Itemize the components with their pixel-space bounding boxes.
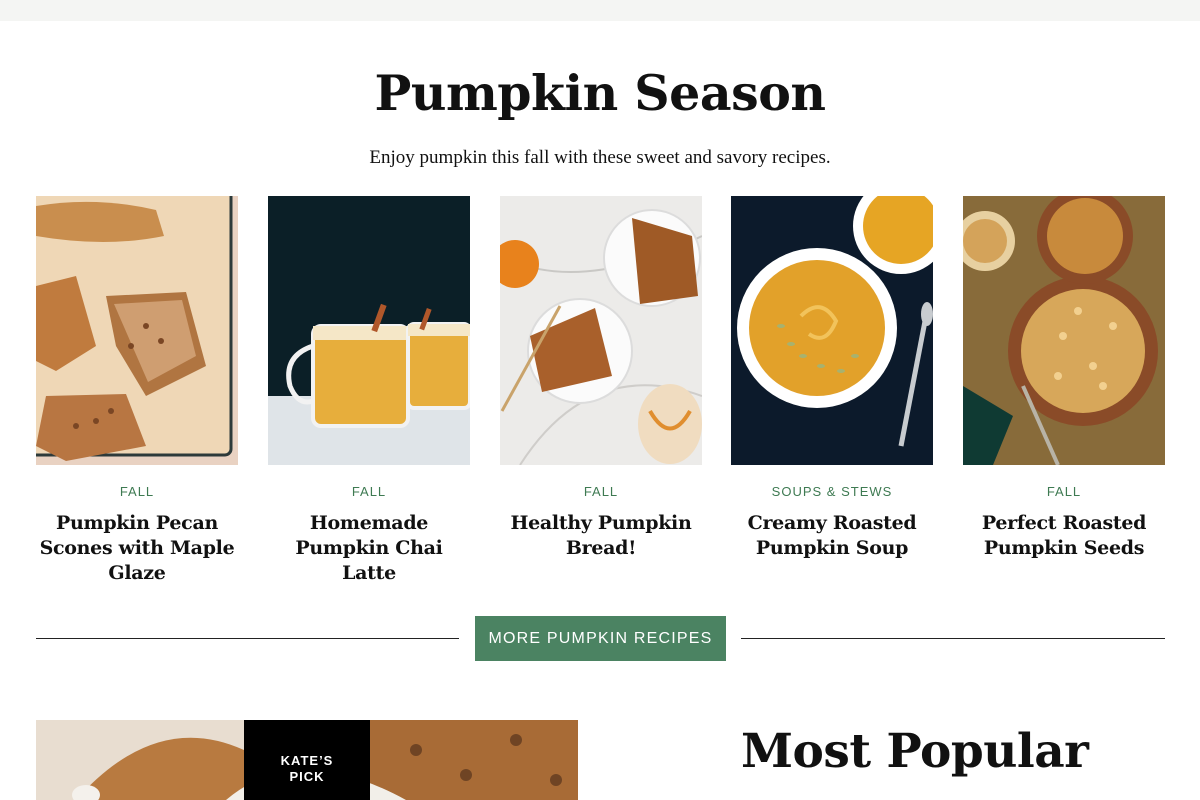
most-popular-heading: Most Popular — [741, 724, 1089, 779]
recipe-card[interactable]: Fall Healthy Pumpkin Bread! — [500, 196, 702, 561]
recipe-card[interactable]: Fall Perfect Roasted Pumpkin Seeds — [963, 196, 1165, 561]
divider-left — [36, 638, 459, 639]
badge-line2: PICK — [289, 769, 325, 784]
recipe-title[interactable]: Creamy Roasted Pumpkin Soup — [731, 511, 933, 561]
recipe-image-pumpkin-bread[interactable] — [500, 196, 702, 465]
recipe-category[interactable]: Soups & Stews — [731, 484, 933, 499]
recipe-category[interactable]: Fall — [500, 484, 702, 499]
recipe-image-scones[interactable] — [36, 196, 238, 465]
recipe-title[interactable]: Pumpkin Pecan Scones with Maple Glaze — [36, 511, 238, 586]
recipe-image-pumpkin-soup[interactable] — [731, 196, 933, 465]
recipe-image-pumpkin-seeds[interactable] — [963, 196, 1165, 465]
badge-line1: KATE’S — [280, 753, 334, 768]
recipe-title[interactable]: Perfect Roasted Pumpkin Seeds — [963, 511, 1165, 561]
recipe-category[interactable]: Fall — [963, 484, 1165, 499]
more-pumpkin-recipes-button[interactable]: More Pumpkin Recipes — [475, 616, 726, 661]
recipe-card[interactable]: Fall Pumpkin Pecan Scones with Maple Gla… — [36, 196, 238, 586]
divider-right — [741, 638, 1165, 639]
recipe-title[interactable]: Homemade Pumpkin Chai Latte — [268, 511, 470, 586]
kates-pick-badge: KATE’S PICK — [244, 720, 370, 800]
section-title: Pumpkin Season — [374, 64, 826, 122]
recipe-card[interactable]: Fall Homemade Pumpkin Chai Latte — [268, 196, 470, 586]
recipe-card[interactable]: Soups & Stews Creamy Roasted Pumpkin Sou… — [731, 196, 933, 561]
top-bar — [0, 0, 1200, 21]
recipe-category[interactable]: Fall — [268, 484, 470, 499]
section-subtitle: Enjoy pumpkin this fall with these sweet… — [369, 147, 831, 168]
recipe-category[interactable]: Fall — [36, 484, 238, 499]
recipe-title[interactable]: Healthy Pumpkin Bread! — [500, 511, 702, 561]
recipe-image-chai-latte[interactable] — [268, 196, 470, 465]
